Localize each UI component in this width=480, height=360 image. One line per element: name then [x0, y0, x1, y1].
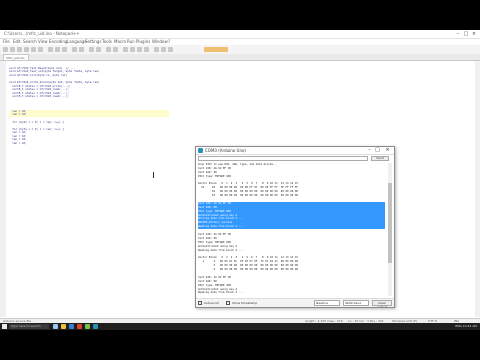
menu-help[interactable]: ?	[168, 39, 170, 44]
serial-monitor-titlebar: COM3 (Arduino Uno) – □ ×	[196, 147, 394, 155]
arduino-taskbar-icon[interactable]	[93, 324, 98, 329]
replace-icon[interactable]	[96, 47, 101, 52]
find-icon[interactable]	[89, 47, 94, 52]
scroll-thumb[interactable]	[388, 183, 392, 263]
word-wrap-icon[interactable]	[130, 47, 135, 52]
menu-settings[interactable]: Settings	[85, 39, 101, 44]
save-icon[interactable]	[17, 47, 22, 52]
menu-plugins[interactable]: Plugins	[136, 39, 150, 44]
close-icon[interactable]: ×	[471, 31, 477, 37]
taskbar-search[interactable]: Type here to search	[9, 324, 49, 329]
cut-icon[interactable]	[48, 47, 53, 52]
editor-scrollbar[interactable]	[475, 61, 480, 317]
menu-tools[interactable]: Tools	[102, 39, 112, 44]
dialog-minimize-icon[interactable]: –	[366, 147, 373, 154]
serial-monitor-window: COM3 (Arduino Uno) – □ × Send Scan PICC …	[195, 146, 395, 308]
autoscroll-checkbox[interactable]	[198, 301, 202, 305]
menu-window[interactable]: Window	[152, 39, 168, 44]
dialog-close-icon[interactable]: ×	[384, 147, 391, 154]
timestamp-checkbox[interactable]	[226, 301, 230, 305]
undo-icon[interactable]	[72, 47, 77, 52]
record-macro-icon[interactable]	[154, 47, 159, 52]
task-view-icon[interactable]	[53, 324, 58, 329]
text-cursor	[153, 172, 154, 178]
serial-output[interactable]: Scan PICC to see UID, SAK, type, and dat…	[198, 163, 385, 296]
baud-rate-select[interactable]: 9600 baud	[343, 300, 369, 306]
sync-scroll-icon[interactable]	[123, 47, 128, 52]
arduino-icon	[198, 148, 203, 153]
serial-footer: Autoscroll Show timestamp Newline 9600 b…	[196, 298, 394, 307]
serial-send-input[interactable]	[198, 156, 368, 161]
stop-macro-icon[interactable]	[161, 47, 166, 52]
clear-output-button[interactable]: Clear output	[372, 300, 392, 307]
edge-icon[interactable]	[69, 324, 74, 329]
open-file-icon[interactable]	[10, 47, 15, 52]
menu-encoding[interactable]: Encoding	[49, 39, 67, 44]
screen: C:\Users\...\mfrc_uid.ino - Notepad++ – …	[0, 30, 480, 330]
new-file-icon[interactable]	[3, 47, 8, 52]
tabbar: mfrc_uid.ino	[0, 54, 480, 61]
menu-run[interactable]: Run	[127, 39, 135, 44]
zoom-in-icon[interactable]	[106, 47, 111, 52]
menu-search[interactable]: Search	[23, 39, 37, 44]
menu-view[interactable]: View	[38, 39, 48, 44]
play-macro-icon[interactable]	[168, 47, 173, 52]
menu-edit[interactable]: Edit	[13, 39, 21, 44]
timestamp-label: Show timestamp	[232, 301, 258, 305]
chrome-icon[interactable]	[77, 324, 82, 329]
minimize-icon[interactable]: –	[455, 31, 461, 37]
menu-file[interactable]: File	[3, 39, 10, 44]
file-explorer-icon[interactable]	[61, 324, 66, 329]
show-all-chars-icon[interactable]	[137, 47, 142, 52]
indent-guide-icon[interactable]	[144, 47, 149, 52]
plugin-toolbar-icon[interactable]	[204, 47, 228, 52]
menu-language[interactable]: Language	[67, 39, 87, 44]
system-tray-clock[interactable]: ENG 10:42 AM	[455, 323, 477, 330]
print-icon[interactable]	[38, 47, 43, 52]
notepadpp-icon[interactable]	[85, 324, 90, 329]
save-all-icon[interactable]	[24, 47, 29, 52]
editor-titlebar: C:\Users\...\mfrc_uid.ino - Notepad++ – …	[0, 30, 480, 39]
editor-title: C:\Users\...\mfrc_uid.ino - Notepad++	[4, 31, 80, 36]
serial-output-line[interactable]	[198, 295, 385, 296]
copy-icon[interactable]	[55, 47, 60, 52]
code-line[interactable]	[9, 149, 169, 153]
paste-icon[interactable]	[62, 47, 67, 52]
maximize-icon[interactable]: □	[463, 31, 469, 37]
serial-monitor-title: COM3 (Arduino Uno)	[205, 148, 246, 153]
line-number-gutter	[0, 61, 6, 317]
send-button[interactable]: Send	[371, 156, 389, 161]
zoom-out-icon[interactable]	[113, 47, 118, 52]
line-ending-select[interactable]: Newline	[314, 300, 340, 306]
menu-macro[interactable]: Macro	[114, 39, 126, 44]
windows-start-icon[interactable]	[2, 324, 7, 329]
taskbar: Type here to search ENG 10:42 AM	[0, 323, 480, 330]
dialog-maximize-icon[interactable]: □	[374, 147, 381, 154]
tab-mfrc-uid[interactable]: mfrc_uid.ino	[3, 54, 29, 60]
redo-icon[interactable]	[79, 47, 84, 52]
autoscroll-label: Autoscroll	[204, 301, 219, 305]
close-file-icon[interactable]	[31, 47, 36, 52]
serial-scrollbar[interactable]	[388, 163, 392, 296]
code-area[interactable]: void mfrc522_fast_Reset(byte uid) // ...…	[9, 63, 169, 153]
